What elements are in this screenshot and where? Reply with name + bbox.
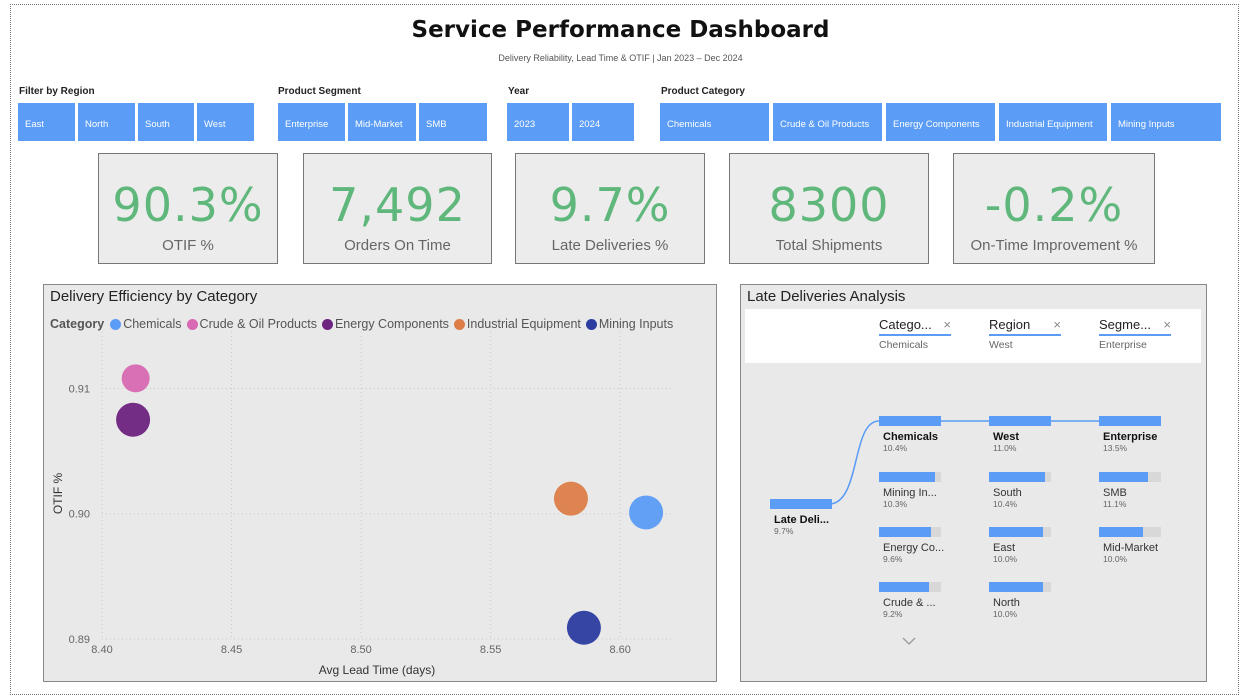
node-label: East xyxy=(993,542,1016,554)
kpi-label: OTIF % xyxy=(162,237,214,254)
scatter-chart: 8.40 8.45 8.50 8.55 8.60 0.89 0.90 0.91 Avg Lead… xyxy=(51,332,672,677)
kpi-value: 7,492 xyxy=(329,178,466,232)
filter-category-chemicals[interactable]: Chemicals xyxy=(660,103,769,141)
node-value: 11.1% xyxy=(1103,499,1127,509)
kpi-card-orders-on-time: 7,492 Orders On Time xyxy=(303,153,492,264)
node-value: 10.4% xyxy=(883,443,908,453)
tree-node[interactable]: SMB 11.1% xyxy=(1099,472,1169,509)
tree-node[interactable]: Crude & ... 9.2% xyxy=(879,582,949,619)
kpi-label: On-Time Improvement % xyxy=(970,237,1138,254)
scatter-point[interactable] xyxy=(116,402,151,437)
node-label: Chemicals xyxy=(883,431,939,443)
filter-segment-smb[interactable]: SMB xyxy=(419,103,487,141)
y-tick-label: 0.90 xyxy=(69,509,90,521)
kpi-value: -0.2% xyxy=(984,178,1124,232)
scatter-point[interactable] xyxy=(121,364,150,393)
tree-node[interactable]: East 10.0% xyxy=(989,527,1059,564)
node-label: North xyxy=(993,597,1020,609)
node-value: 13.5% xyxy=(1103,443,1128,453)
chevron-down-icon[interactable] xyxy=(901,633,917,649)
node-label: Mid-Market xyxy=(1103,542,1159,554)
scatter-point[interactable] xyxy=(553,481,588,516)
tree-node[interactable]: Enterprise 13.5% xyxy=(1099,416,1169,453)
kpi-label: Late Deliveries % xyxy=(551,237,669,254)
filter-category-mining-inputs[interactable]: Mining Inputs xyxy=(1111,103,1221,141)
node-value: 10.4% xyxy=(993,499,1018,509)
node-value: 10.0% xyxy=(993,609,1018,619)
tree-node[interactable]: West 11.0% xyxy=(989,416,1059,453)
x-tick-label: 8.45 xyxy=(221,644,242,656)
node-label: South xyxy=(993,487,1022,499)
segment-filter-label: Product Segment xyxy=(278,86,361,97)
tree-node[interactable]: North 10.0% xyxy=(989,582,1059,619)
filter-segment-enterprise[interactable]: Enterprise xyxy=(278,103,345,141)
node-value: 11.0% xyxy=(993,443,1017,453)
kpi-label: Orders On Time xyxy=(344,237,451,254)
connector-root xyxy=(828,420,880,505)
node-value: 10.3% xyxy=(883,499,908,509)
kpi-value: 9.7% xyxy=(549,178,671,232)
region-filter-label: Filter by Region xyxy=(19,86,95,97)
tree-node[interactable]: Chemicals 10.4% xyxy=(879,416,949,453)
x-tick-label: 8.50 xyxy=(350,644,371,656)
kpi-card-late-deliveries: 9.7% Late Deliveries % xyxy=(515,153,705,264)
x-tick-label: 8.40 xyxy=(91,644,112,656)
y-tick-label: 0.89 xyxy=(69,634,90,646)
kpi-card-otif: 90.3% OTIF % xyxy=(98,153,278,264)
filter-region-east[interactable]: East xyxy=(18,103,75,141)
kpi-value: 8300 xyxy=(768,178,890,232)
tree-node[interactable]: Energy Co... 9.6% xyxy=(879,527,949,564)
scatter-point[interactable] xyxy=(629,495,664,530)
kpi-value: 90.3% xyxy=(112,178,264,232)
node-value: 9.7% xyxy=(774,526,794,536)
filter-region-south[interactable]: South xyxy=(138,103,194,141)
filter-year-2023[interactable]: 2023 xyxy=(507,103,569,141)
node-label: West xyxy=(993,431,1020,443)
node-value: 10.0% xyxy=(1103,554,1128,564)
tree-root-node[interactable]: Late Deli... 9.7% xyxy=(770,499,840,536)
filter-region-west[interactable]: West xyxy=(197,103,254,141)
node-label: Energy Co... xyxy=(883,542,945,554)
filter-region-north[interactable]: North xyxy=(78,103,135,141)
x-axis-label: Avg Lead Time (days) xyxy=(319,663,436,677)
tree-node[interactable]: South 10.4% xyxy=(989,472,1059,509)
kpi-card-total-shipments: 8300 Total Shipments xyxy=(729,153,929,264)
page-subtitle: Delivery Reliability, Lead Time & OTIF |… xyxy=(498,53,743,63)
decomposition-tree-panel: Late Deliveries Analysis Catego... × Chem… xyxy=(740,284,1207,682)
scatter-panel: Delivery Efficiency by Category Category… xyxy=(43,284,717,682)
filter-category-industrial-equipment[interactable]: Industrial Equipment xyxy=(999,103,1107,141)
node-label: Enterprise xyxy=(1103,431,1158,443)
x-tick-label: 8.55 xyxy=(480,644,501,656)
node-value: 9.2% xyxy=(883,609,903,619)
category-filter-label: Product Category xyxy=(661,86,745,97)
tree-node[interactable]: Mid-Market 10.0% xyxy=(1099,527,1169,564)
node-value: 9.6% xyxy=(883,554,903,564)
kpi-card-on-time-improvement: -0.2% On-Time Improvement % xyxy=(953,153,1155,264)
node-value: 10.0% xyxy=(993,554,1018,564)
year-filter-label: Year xyxy=(508,86,530,97)
node-label: Late Deli... xyxy=(774,514,830,526)
node-label: SMB xyxy=(1103,487,1127,499)
node-label: Crude & ... xyxy=(883,597,936,609)
filter-segment-mid-market[interactable]: Mid-Market xyxy=(348,103,416,141)
tree-node[interactable]: Mining In... 10.3% xyxy=(879,472,949,509)
y-axis-label: OTIF % xyxy=(51,473,65,515)
scatter-point[interactable] xyxy=(566,610,601,645)
filter-category-crude-oil[interactable]: Crude & Oil Products xyxy=(773,103,882,141)
kpi-label: Total Shipments xyxy=(775,237,883,254)
filter-category-energy-components[interactable]: Energy Components xyxy=(886,103,995,141)
y-tick-label: 0.91 xyxy=(69,383,90,395)
x-tick-label: 8.60 xyxy=(609,644,630,656)
node-label: Mining In... xyxy=(883,487,937,499)
page-title: Service Performance Dashboard xyxy=(411,17,830,43)
filter-year-2024[interactable]: 2024 xyxy=(572,103,634,141)
